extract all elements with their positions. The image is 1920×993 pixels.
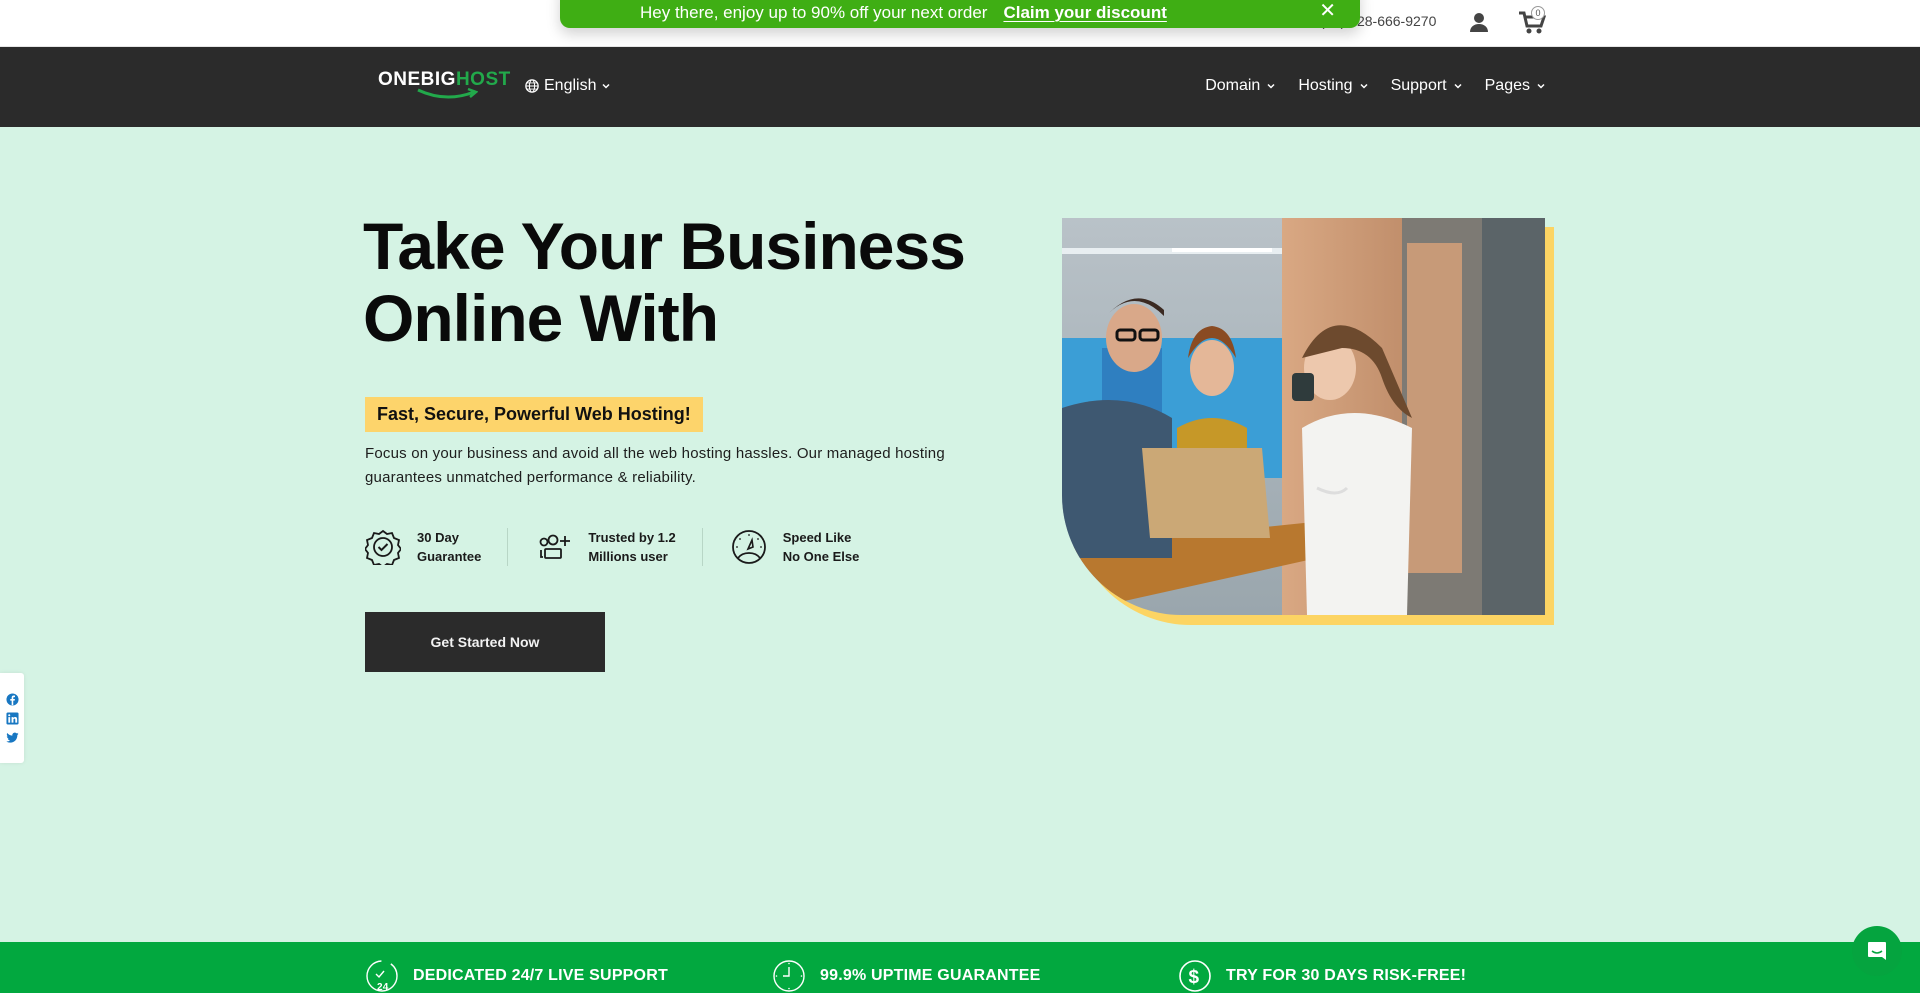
benefit-item: 99.9% UPTIME GUARANTEE	[772, 959, 1040, 993]
nav-item-label: Hosting	[1298, 77, 1353, 94]
promo-text: Hey there, enjoy up to 90% off your next…	[640, 3, 988, 22]
feature-line2: Guarantee	[417, 549, 482, 564]
chevron-down-icon	[1360, 83, 1368, 89]
benefit-item: $ TRY FOR 30 DAYS RISK-FREE!	[1178, 959, 1466, 993]
globe-icon	[525, 79, 539, 93]
feature-line1: 30 Day	[417, 530, 459, 545]
nav-item-label: Support	[1390, 77, 1447, 94]
get-started-button[interactable]: Get Started Now	[365, 612, 605, 672]
chevron-down-icon	[602, 83, 611, 89]
hero-title-line1: Take Your Business	[363, 209, 966, 283]
main-nav: ONEBIGHOST English Domain Hosting Suppor…	[0, 47, 1920, 127]
claim-discount-link[interactable]: Claim your discount	[1003, 3, 1166, 23]
svg-text:$: $	[1189, 967, 1200, 988]
benefit-label: 99.9% UPTIME GUARANTEE	[820, 967, 1041, 984]
language-label: English	[544, 77, 597, 94]
nav-item-pages[interactable]: Pages	[1485, 77, 1546, 95]
chat-launcher-button[interactable]	[1852, 926, 1902, 976]
feature-list: 30 Day Guarantee Trusted by 1.2 Millions…	[365, 528, 885, 566]
nav-item-label: Domain	[1205, 77, 1261, 94]
nav-item-hosting[interactable]: Hosting	[1298, 77, 1368, 95]
nav-item-support[interactable]: Support	[1391, 77, 1463, 95]
office-team-photo	[1062, 218, 1545, 615]
speedometer-icon	[731, 530, 766, 564]
feature-item: 30 Day Guarantee	[365, 528, 507, 566]
benefit-label: TRY FOR 30 DAYS RISK-FREE!	[1226, 967, 1467, 984]
nav-item-label: Pages	[1484, 77, 1530, 94]
social-share-bar	[0, 673, 24, 763]
hero-description: Focus on your business and avoid all the…	[365, 445, 945, 486]
svg-text:24: 24	[377, 982, 389, 993]
hero-image	[1062, 218, 1545, 615]
hero-tagline: Fast, Secure, Powerful Web Hosting!	[365, 397, 703, 432]
feature-line1: Speed Like	[782, 530, 852, 545]
user-account-icon[interactable]	[1468, 11, 1490, 33]
nav-menu: Domain Hosting Support Pages	[1205, 77, 1546, 95]
chevron-down-icon	[1267, 83, 1275, 89]
logo-swoosh-icon	[417, 87, 478, 99]
feature-item: Trusted by 1.2 Millions user	[507, 528, 701, 566]
language-selector[interactable]: English	[525, 77, 611, 95]
hero-title-line2: Online With	[363, 281, 719, 355]
twitter-icon[interactable]	[5, 731, 19, 744]
close-icon[interactable]: ✕	[1319, 0, 1336, 23]
support-24-icon: 24	[366, 960, 398, 993]
benefits-band: 24 DEDICATED 24/7 LIVE SUPPORT 99.9% UPT…	[0, 942, 1920, 993]
chevron-down-icon	[1537, 83, 1545, 89]
promo-banner: Hey there, enjoy up to 90% off your next…	[560, 0, 1360, 28]
linkedin-icon[interactable]	[5, 711, 19, 725]
hero-title: Take Your Business Online With	[363, 209, 966, 355]
badge-check-icon	[365, 529, 401, 565]
facebook-icon[interactable]	[5, 692, 19, 706]
dollar-icon: $	[1179, 960, 1211, 992]
chevron-down-icon	[1454, 83, 1462, 89]
nav-item-domain[interactable]: Domain	[1205, 77, 1276, 95]
feature-line1: Trusted by 1.2	[588, 530, 676, 545]
chat-bubble-icon	[1868, 942, 1886, 960]
benefit-label: DEDICATED 24/7 LIVE SUPPORT	[413, 967, 668, 984]
add-users-icon	[539, 534, 571, 559]
benefit-item: 24 DEDICATED 24/7 LIVE SUPPORT	[365, 959, 668, 993]
clock-icon	[773, 960, 805, 992]
feature-line2: No One Else	[782, 549, 860, 564]
logo[interactable]: ONEBIGHOST	[378, 69, 511, 99]
cart-count-badge: 0	[1531, 6, 1545, 20]
feature-item: Speed Like No One Else	[701, 528, 886, 566]
feature-line2: Millions user	[588, 549, 668, 564]
